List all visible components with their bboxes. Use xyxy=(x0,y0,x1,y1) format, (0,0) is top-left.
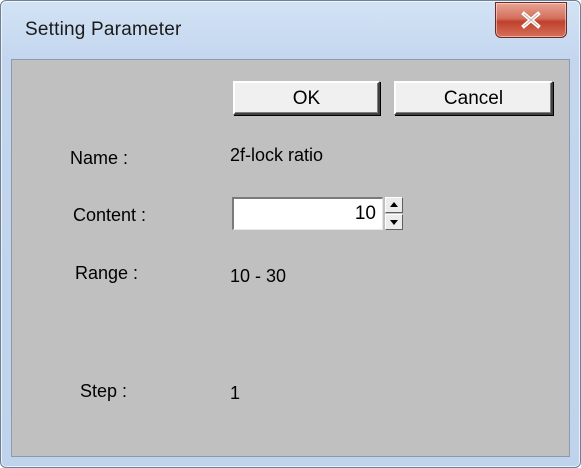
step-value: 1 xyxy=(230,383,241,403)
spin-up-arrow-icon xyxy=(390,202,398,207)
spin-up-button[interactable] xyxy=(385,197,403,213)
setting-parameter-window: Setting Parameter OK Cancel Name : 2f-lo… xyxy=(0,0,581,468)
dialog-client-area: OK Cancel Name : 2f-lock ratio Content :… xyxy=(11,59,570,457)
ok-button[interactable]: OK xyxy=(233,81,380,115)
content-input[interactable] xyxy=(232,197,383,230)
title-bar[interactable]: Setting Parameter xyxy=(1,1,580,59)
spin-down-arrow-icon xyxy=(390,220,398,225)
step-label: Step : xyxy=(80,381,128,401)
spin-down-button[interactable] xyxy=(385,214,403,230)
close-button[interactable] xyxy=(495,2,567,38)
content-label: Content : xyxy=(73,205,147,225)
range-label: Range : xyxy=(75,263,139,283)
close-icon xyxy=(521,11,541,29)
window-title: Setting Parameter xyxy=(25,19,182,40)
range-value: 10 - 30 xyxy=(230,266,287,286)
cancel-button[interactable]: Cancel xyxy=(394,81,553,115)
name-label: Name : xyxy=(70,148,129,168)
name-value: 2f-lock ratio xyxy=(230,145,324,165)
